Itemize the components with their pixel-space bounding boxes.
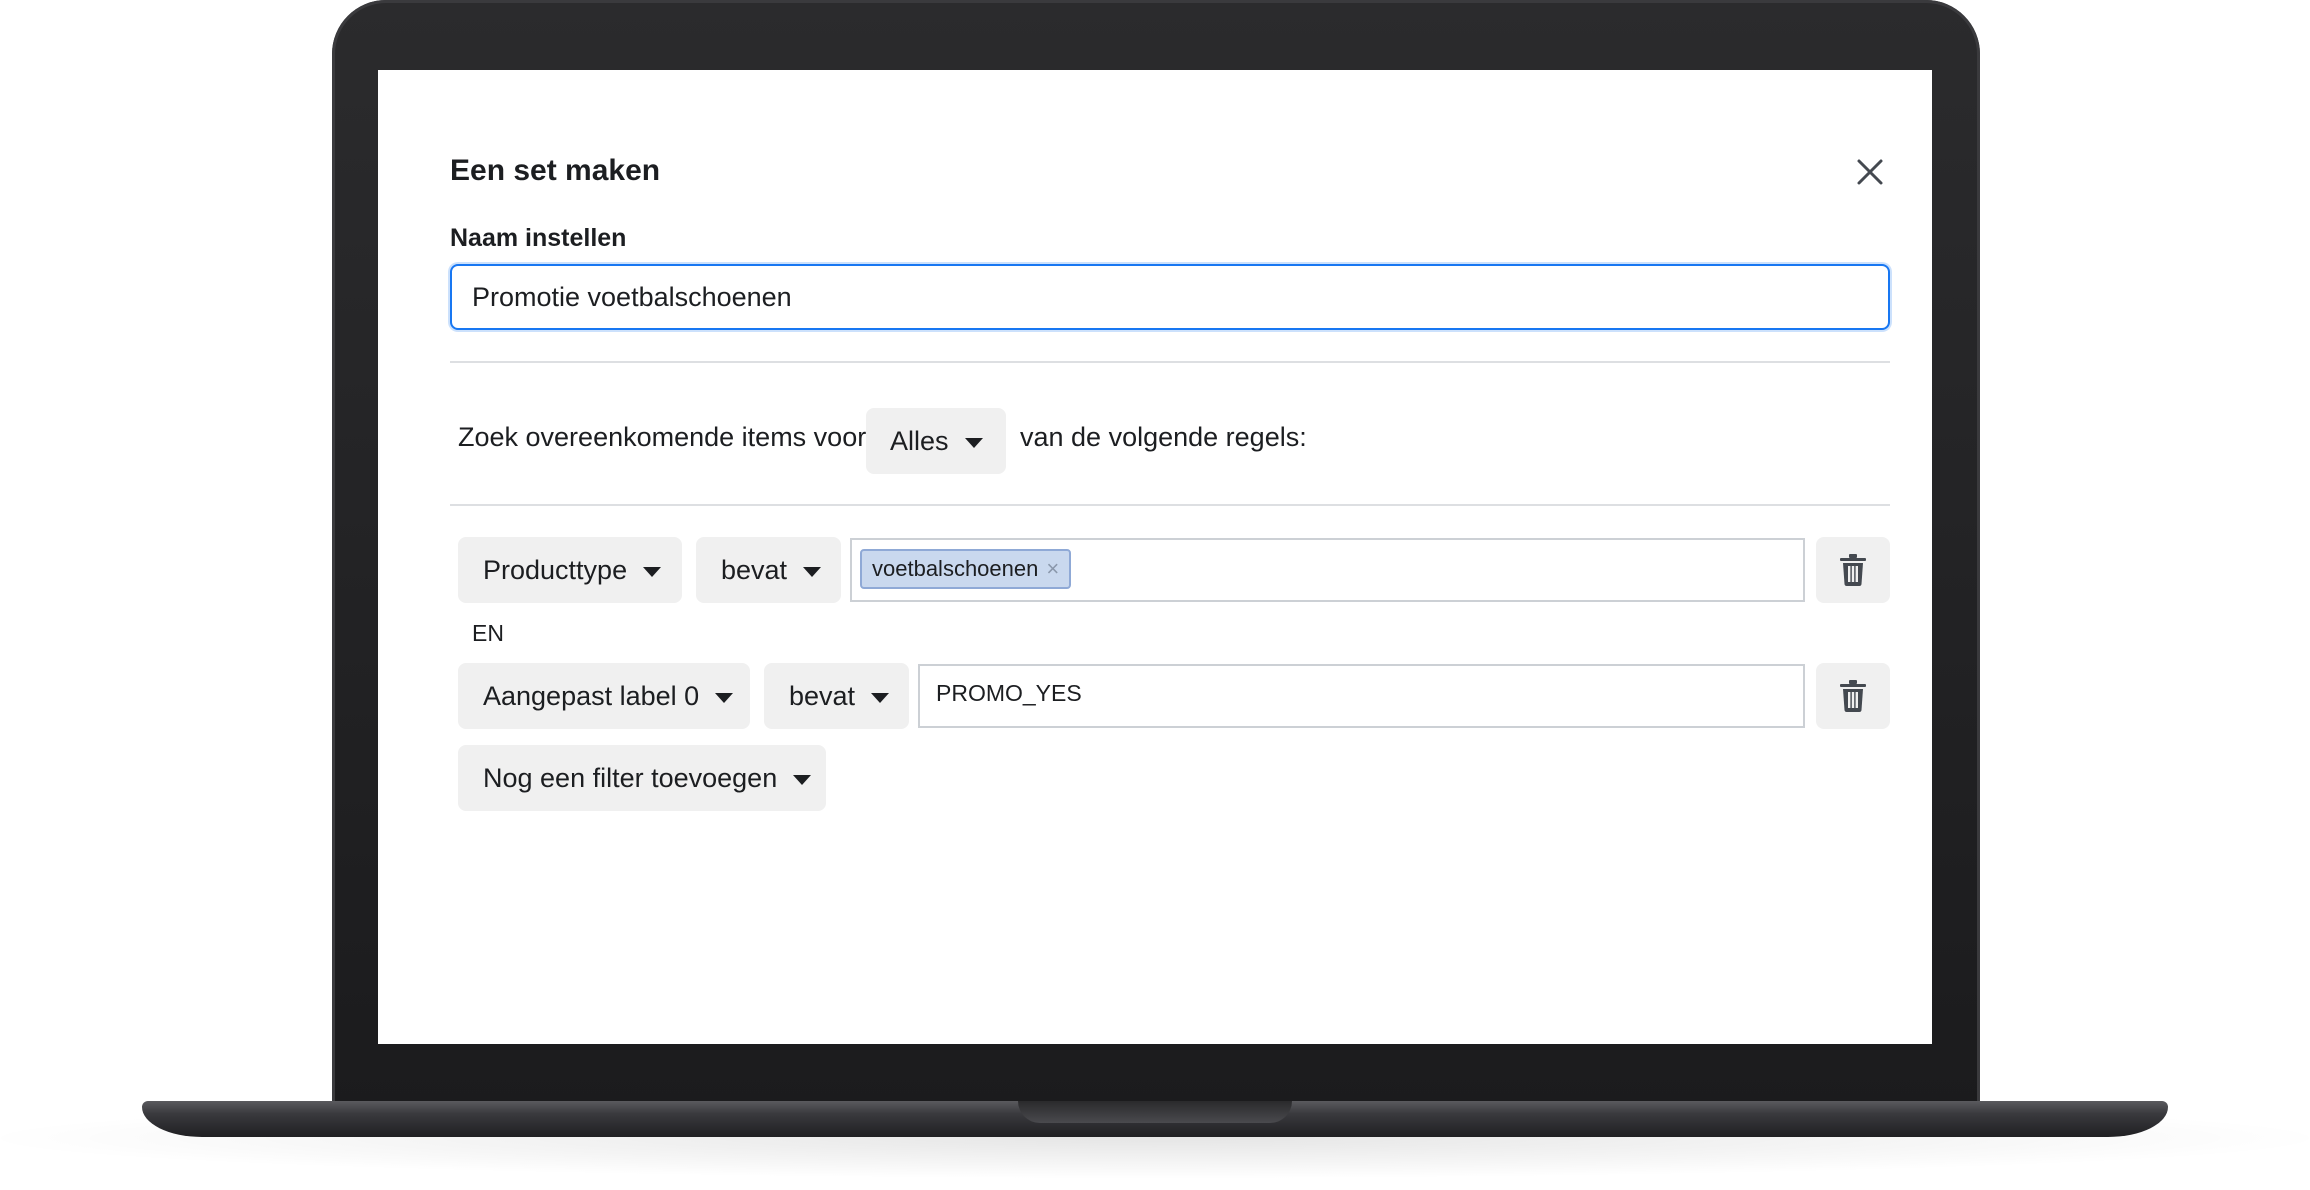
divider xyxy=(450,504,1890,506)
filter-field-label: Producttype xyxy=(483,554,628,585)
close-icon xyxy=(1857,159,1883,185)
filter-field-label: Aangepast label 0 xyxy=(483,680,700,711)
match-all-dropdown[interactable]: Alles xyxy=(866,408,1006,474)
filter-conjunction-label: EN xyxy=(472,620,504,646)
create-set-dialog: Een set maken Naam instellen Zoek overee… xyxy=(378,70,1932,1044)
remove-token-icon[interactable]: × xyxy=(1046,556,1059,582)
match-rule-prefix: Zoek overeenkomende items voor xyxy=(458,422,867,452)
filter-field-dropdown[interactable]: Producttype xyxy=(458,537,682,603)
set-name-input[interactable] xyxy=(450,264,1890,330)
caret-down-icon xyxy=(964,438,983,448)
filter-operator-dropdown[interactable]: bevat xyxy=(696,537,841,603)
delete-filter-button[interactable] xyxy=(1816,663,1890,729)
name-field-label: Naam instellen xyxy=(450,224,627,252)
match-all-dropdown-label: Alles xyxy=(890,425,949,456)
caret-down-icon xyxy=(793,775,812,785)
filter-operator-dropdown[interactable]: bevat xyxy=(764,663,909,729)
trash-icon xyxy=(1840,554,1866,586)
add-filter-dropdown[interactable]: Nog een filter toevoegen xyxy=(458,745,826,811)
dialog-title: Een set maken xyxy=(450,154,661,187)
trash-icon xyxy=(1840,680,1866,712)
caret-down-icon xyxy=(871,693,890,703)
filter-value-text-input[interactable]: PROMO_YES xyxy=(918,664,1805,728)
caret-down-icon xyxy=(715,693,734,703)
filter-value-token-input[interactable]: voetbalschoenen × xyxy=(850,538,1805,602)
filter-field-dropdown[interactable]: Aangepast label 0 xyxy=(458,663,750,729)
filter-operator-label: bevat xyxy=(721,554,788,585)
laptop-hinge-notch xyxy=(1018,1101,1292,1123)
delete-filter-button[interactable] xyxy=(1816,537,1890,603)
caret-down-icon xyxy=(803,567,822,577)
match-rule-suffix: van de volgende regels: xyxy=(1020,422,1307,452)
filter-value-token-label: voetbalschoenen xyxy=(872,556,1039,581)
caret-down-icon xyxy=(643,567,662,577)
filter-value-text: PROMO_YES xyxy=(936,680,1082,706)
close-button[interactable] xyxy=(1850,152,1890,192)
divider xyxy=(450,361,1890,363)
filter-value-token: voetbalschoenen × xyxy=(860,549,1072,589)
filter-operator-label: bevat xyxy=(789,680,856,711)
add-filter-label: Nog een filter toevoegen xyxy=(483,762,778,793)
